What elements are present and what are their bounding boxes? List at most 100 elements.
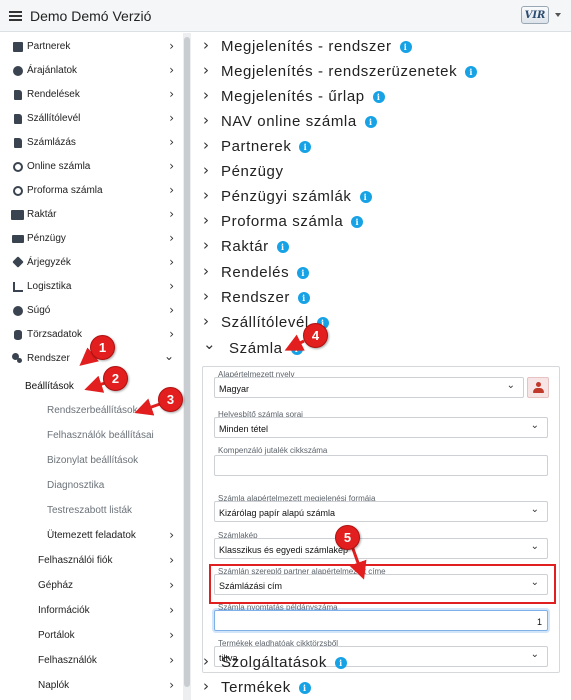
sidebar-item-testreszabott-listak[interactable]: Testreszabott listák: [0, 499, 183, 523]
chevron-right-icon: ›: [169, 111, 174, 125]
chevron-down-icon: ⌄: [530, 541, 539, 552]
tags-icon: [12, 256, 24, 268]
chevron-right-icon: ›: [203, 161, 209, 179]
info-icon[interactable]: i: [290, 343, 303, 355]
sidebar-item-label: Ütemezett feladatok: [47, 530, 136, 541]
invoice-format-select[interactable]: Kizárólag papír alapú számla ⌄: [214, 501, 548, 522]
sidebar-item-proforma-szamla[interactable]: Proforma számla ›: [0, 179, 183, 203]
info-icon[interactable]: i: [359, 191, 372, 203]
callout-badge-1: 1: [90, 335, 115, 360]
info-icon[interactable]: i: [298, 682, 311, 694]
comments-icon: [13, 66, 23, 76]
chevron-down-icon: ⌄: [203, 335, 216, 353]
sidebar-item-arjegyzek[interactable]: Árjegyzék ›: [0, 251, 183, 275]
sidebar-item-label: Raktár: [27, 209, 57, 220]
select-value: Kizárólag papír alapú számla: [219, 508, 336, 518]
info-icon[interactable]: i: [334, 657, 347, 669]
field-label: Kompenzáló jutalék cikkszáma: [218, 446, 330, 455]
chevron-right-icon: ›: [203, 211, 209, 229]
info-icon[interactable]: i: [399, 41, 412, 53]
chevron-right-icon: ›: [203, 36, 209, 54]
sidebar-item-rendelesek[interactable]: Rendelések ›: [0, 83, 183, 107]
money-icon: [12, 235, 24, 243]
section-label: Raktár: [221, 238, 269, 255]
info-icon[interactable]: i: [372, 91, 385, 103]
info-icon[interactable]: i: [297, 267, 310, 279]
correction-rows-select[interactable]: Minden tétel ⌄: [214, 417, 548, 438]
chevron-right-icon: ›: [169, 303, 174, 317]
chevron-right-icon: ›: [169, 603, 174, 617]
info-icon[interactable]: i: [276, 241, 289, 253]
logo-dropdown-caret-icon[interactable]: [555, 13, 561, 17]
sidebar-item-felhasznalok-beallitasai[interactable]: Felhasználók beállításai: [0, 424, 183, 448]
chevron-right-icon: ›: [169, 87, 174, 101]
commission-item-input[interactable]: [214, 455, 548, 476]
sidebar-scrollbar[interactable]: [183, 33, 191, 700]
globe-icon: [13, 162, 23, 172]
chevron-right-icon: ›: [169, 327, 174, 341]
sidebar-item-logisztika[interactable]: Logisztika ›: [0, 275, 183, 299]
comment-icon: [13, 186, 23, 196]
chevron-right-icon: ›: [203, 652, 209, 670]
sidebar-item-felhasznaloi-fiok[interactable]: Felhasználói fiók ›: [0, 549, 183, 573]
sidebar-item-portalok[interactable]: Portálok ›: [0, 624, 183, 648]
section-label: Számla: [229, 340, 283, 357]
sidebar-item-penzugy[interactable]: Pénzügy ›: [0, 227, 183, 251]
sidebar-item-label: Rendelések: [27, 89, 80, 100]
sidebar-item-beallitasok[interactable]: Beállítások: [0, 375, 183, 399]
section-label: Termékek: [221, 679, 291, 696]
chevron-right-icon: ›: [169, 678, 174, 692]
chevron-right-icon: ›: [169, 255, 174, 269]
info-icon[interactable]: i: [465, 66, 478, 78]
hamburger-menu-icon[interactable]: [9, 10, 22, 21]
print-copies-input[interactable]: 1: [214, 610, 548, 631]
sidebar-item-label: Rendszerbeállítások: [47, 405, 138, 416]
select-value: Magyar: [219, 384, 250, 394]
sidebar-item-label: Rendszer: [27, 353, 70, 364]
section-label: Partnerek: [221, 138, 292, 155]
invoice-template-select[interactable]: Klasszikus és egyedi számlakép ⌄: [214, 538, 548, 559]
chevron-right-icon: ›: [169, 159, 174, 173]
sidebar-item-naplok[interactable]: Naplók ›: [0, 674, 183, 698]
file-icon: [14, 90, 22, 100]
sidebar-item-label: Pénzügy: [27, 233, 66, 244]
chevron-right-icon: ›: [169, 528, 174, 542]
info-icon[interactable]: i: [351, 216, 364, 228]
vir-logo[interactable]: VIR: [521, 6, 549, 24]
sidebar-item-utemezett-feladatok[interactable]: Ütemezett feladatok ›: [0, 524, 183, 548]
chevron-right-icon: ›: [203, 186, 209, 204]
chevron-right-icon: ›: [203, 312, 209, 330]
info-icon[interactable]: i: [364, 116, 377, 128]
sidebar-item-label: Szállítólevél: [27, 113, 81, 124]
sidebar-item-sugo[interactable]: Súgó ›: [0, 299, 183, 323]
user-icon[interactable]: [527, 377, 549, 398]
callout-badge-4: 4: [303, 323, 328, 348]
sidebar-item-raktar[interactable]: Raktár ›: [0, 203, 183, 227]
sidebar-item-szamlazas[interactable]: Számlázás ›: [0, 131, 183, 155]
sidebar-item-felhasznalok[interactable]: Felhasználók ›: [0, 649, 183, 673]
sidebar-item-bizonylat-beallitasok[interactable]: Bizonylat beállítások: [0, 449, 183, 473]
sidebar-item-label: Számlázás: [27, 137, 76, 148]
sidebar-item-szallitolevel[interactable]: Szállítólevél ›: [0, 107, 183, 131]
sidebar: Partnerek › Árajánlatok › Rendelések › S…: [0, 33, 183, 700]
scrollbar-thumb[interactable]: [184, 37, 190, 687]
section-label: Proforma számla: [221, 213, 344, 230]
sidebar-item-label: Felhasználók beállításai: [47, 430, 154, 441]
sidebar-item-arajanlatok[interactable]: Árajánlatok ›: [0, 59, 183, 83]
sidebar-item-partnerek[interactable]: Partnerek ›: [0, 35, 183, 59]
sidebar-item-diagnosztika[interactable]: Diagnosztika: [0, 474, 183, 498]
sidebar-item-label: Árjegyzék: [27, 257, 71, 268]
language-select[interactable]: Magyar ⌄: [214, 377, 524, 398]
section-label: NAV online számla: [221, 113, 357, 130]
chevron-right-icon: ›: [203, 136, 209, 154]
sidebar-item-online-szamla[interactable]: Online számla ›: [0, 155, 183, 179]
sidebar-item-label: Súgó: [27, 305, 51, 316]
chevron-right-icon: ›: [203, 262, 209, 280]
sidebar-item-rendszerbeallitasok[interactable]: Rendszerbeállítások: [0, 399, 183, 423]
info-icon[interactable]: i: [299, 141, 312, 153]
sidebar-item-label: Proforma számla: [27, 185, 103, 196]
sidebar-item-informaciok[interactable]: Információk ›: [0, 599, 183, 623]
info-icon[interactable]: i: [298, 292, 310, 304]
sidebar-item-label: Bizonylat beállítások: [47, 455, 139, 466]
sidebar-item-gephaz[interactable]: Gépház ›: [0, 574, 183, 598]
